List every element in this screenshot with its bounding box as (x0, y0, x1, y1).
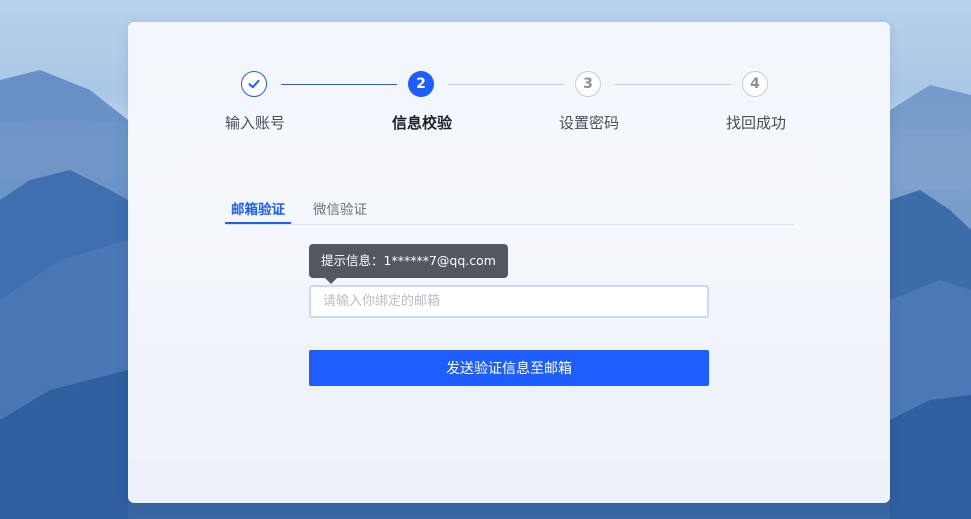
tooltip-text: 提示信息：1******7@qq.com (321, 253, 496, 268)
password-recovery-card: 输入账号 2 信息校验 3 设置密码 4 找回成功 邮箱验证 微信验证 提示信息… (128, 22, 890, 503)
step-1-complete-check-icon (241, 71, 267, 97)
step-2-number: 2 (408, 71, 434, 97)
step-connector-3 (615, 84, 731, 85)
active-tab-indicator (225, 222, 291, 224)
step-4-label: 找回成功 (725, 114, 786, 132)
step-3-label: 设置密码 (558, 114, 619, 132)
email-input[interactable] (309, 285, 709, 318)
step-1-label: 输入账号 (224, 114, 285, 132)
step-2-label: 信息校验 (391, 114, 452, 132)
step-connector-1 (281, 84, 397, 85)
tooltip-arrow (325, 278, 337, 284)
step-connector-2 (448, 84, 564, 85)
step-indicator: 输入账号 2 信息校验 3 设置密码 4 找回成功 (128, 22, 890, 152)
step-3-number: 3 (575, 71, 601, 97)
step-4-number: 4 (742, 71, 768, 97)
send-verification-button[interactable]: 发送验证信息至邮箱 (309, 350, 709, 386)
check-icon (248, 79, 260, 89)
email-hint-tooltip: 提示信息：1******7@qq.com (309, 244, 508, 284)
verification-tabs: 邮箱验证 微信验证 (225, 194, 794, 225)
tab-wechat-verification[interactable]: 微信验证 (313, 198, 367, 218)
tab-email-verification[interactable]: 邮箱验证 (231, 198, 285, 218)
